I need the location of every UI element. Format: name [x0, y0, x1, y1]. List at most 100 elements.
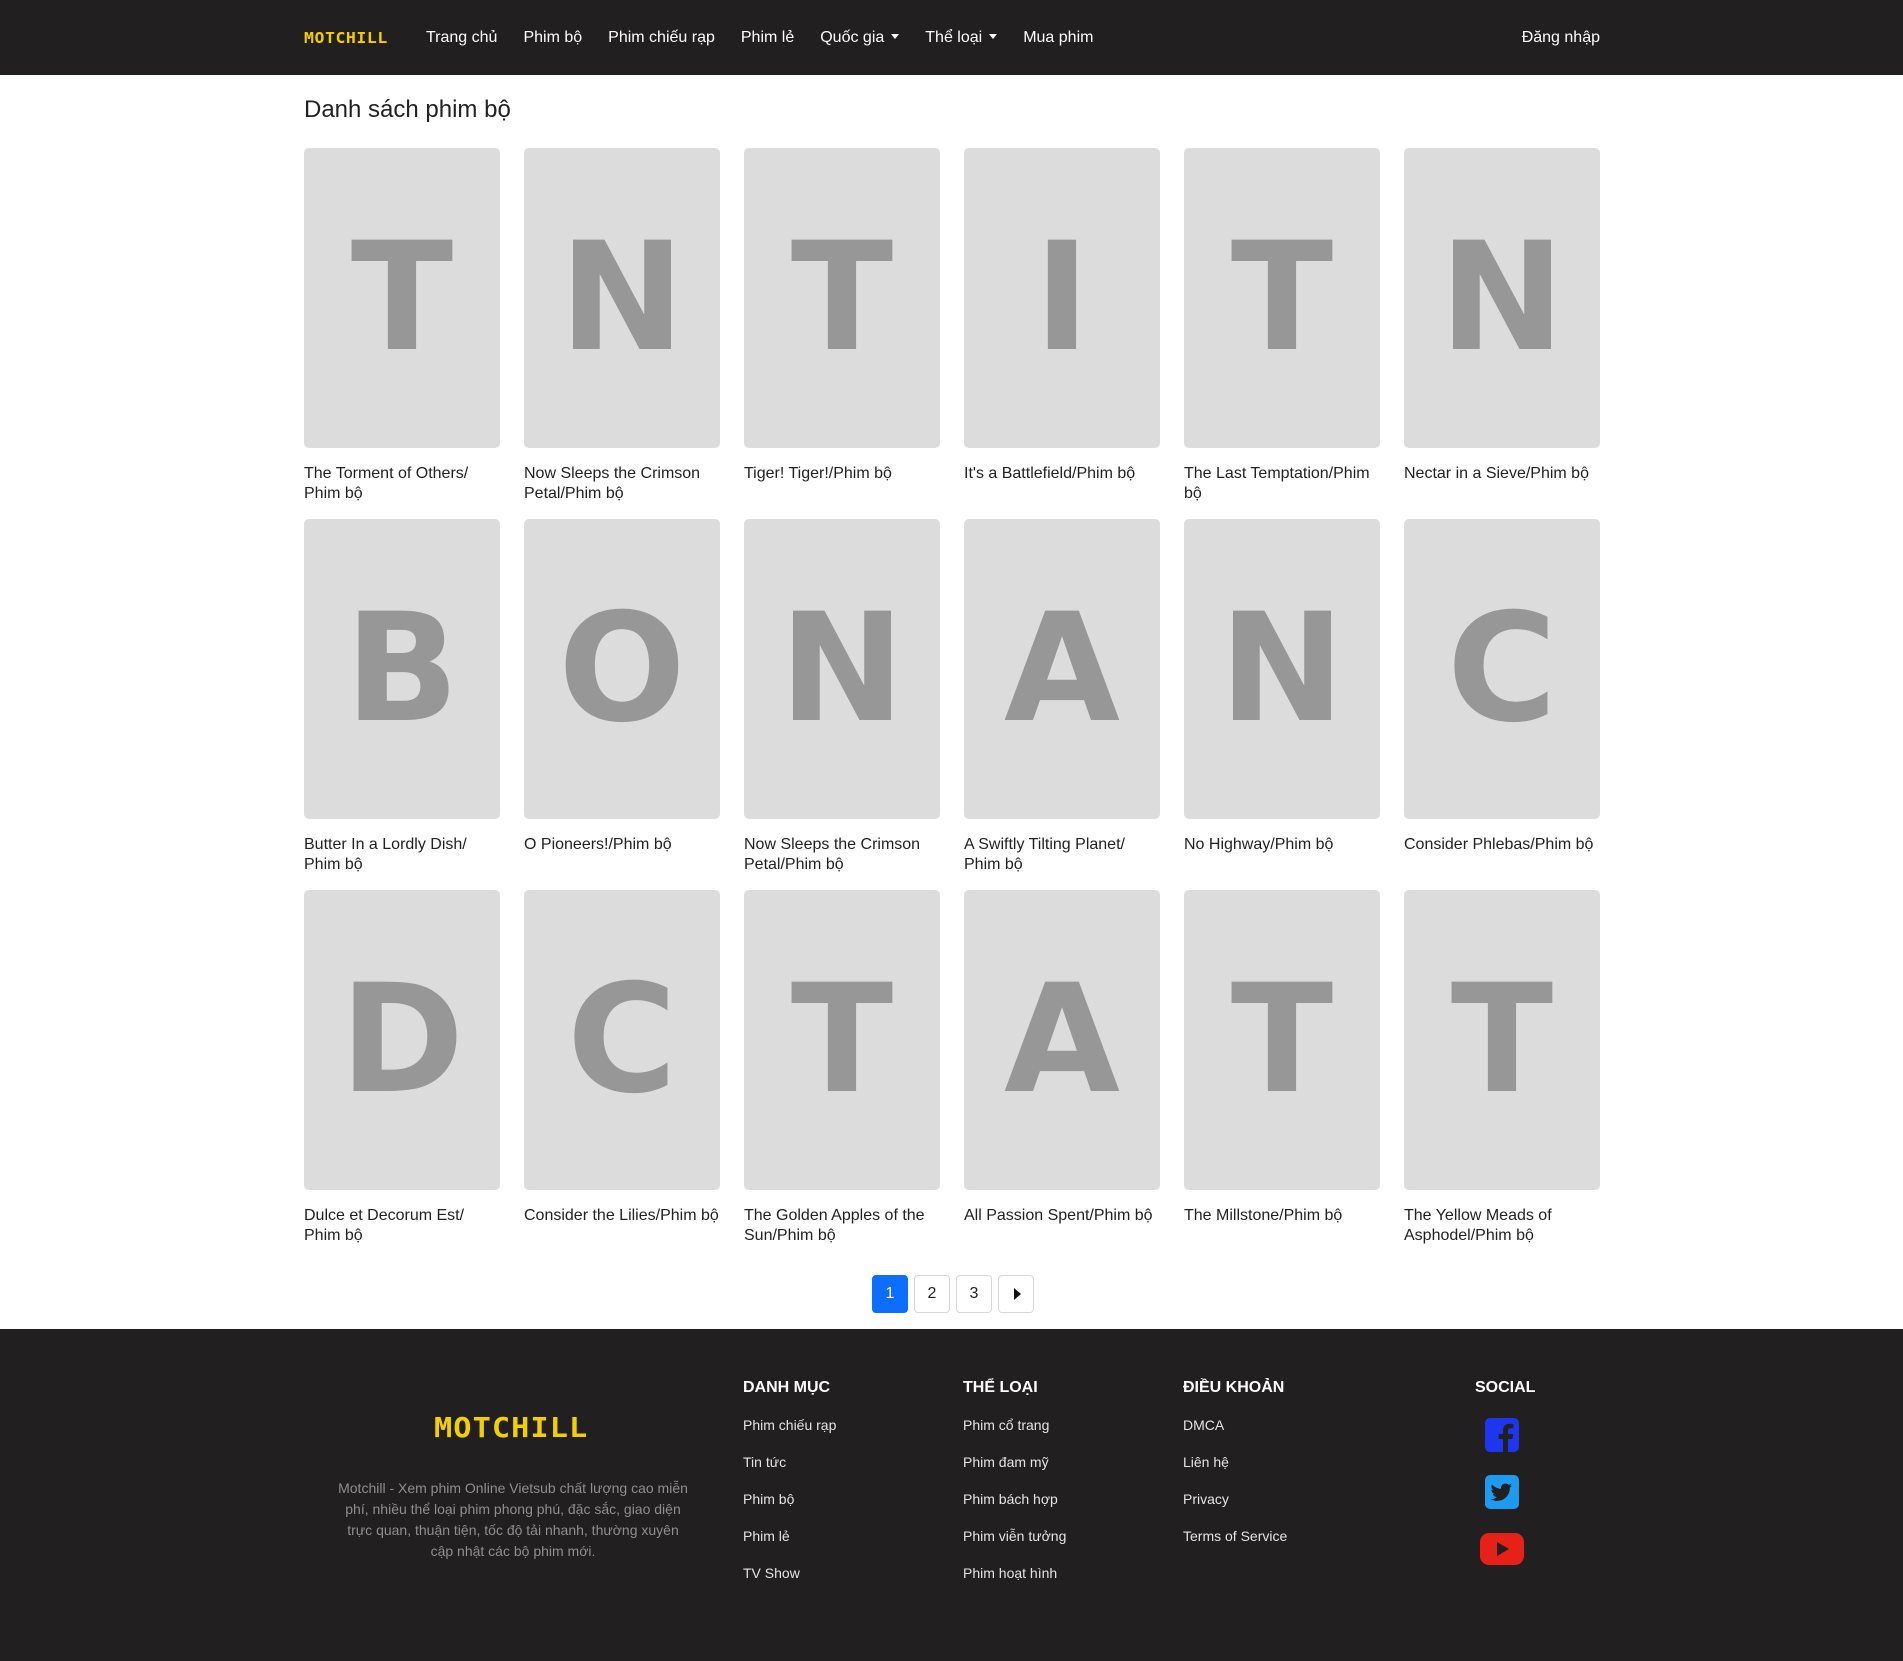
movie-title[interactable]: Dulce et Decorum Est/ Phim bộ	[304, 1206, 500, 1246]
movie-title[interactable]: Tiger! Tiger!/Phim bộ	[744, 464, 940, 484]
movie-card[interactable]: N Nectar in a Sieve/Phim bộ	[1404, 148, 1600, 484]
movie-card[interactable]: I It's a Battlefield/Phim bộ	[964, 148, 1160, 484]
movie-title[interactable]: Consider Phlebas/Phim bộ	[1404, 835, 1600, 855]
movie-poster[interactable]: T	[1404, 890, 1600, 1190]
nav-link-4[interactable]: Phim lẻ	[728, 29, 807, 47]
footer-link[interactable]: Terms of Service	[1183, 1527, 1287, 1564]
footer-link[interactable]: Tin tức	[743, 1453, 836, 1490]
movie-poster[interactable]: B	[304, 519, 500, 819]
nav-links: Trang chủ Phim bộ Phim chiếu rạp Phim lẻ Quố…	[413, 29, 1106, 47]
social-column: SOCIAL	[1475, 1379, 1535, 1565]
pagination: 123	[872, 1275, 1034, 1313]
movie-title[interactable]: Butter In a Lordly Dish/ Phim bộ	[304, 835, 500, 875]
movie-title[interactable]: No Highway/Phim bộ	[1184, 835, 1380, 855]
movie-card[interactable]: N Now Sleeps the Crimson Petal/Phim bộ	[744, 519, 940, 875]
movie-poster[interactable]: I	[964, 148, 1160, 448]
footer-link[interactable]: Phim bách hợp	[963, 1490, 1066, 1527]
movie-poster[interactable]: T	[1184, 890, 1380, 1190]
navbar-container: MOTCHILL Trang chủ Phim bộ Phim chiếu rạp P…	[304, 0, 1600, 75]
movie-card[interactable]: N Now Sleeps the Crimson Petal/Phim bộ	[524, 148, 720, 504]
movie-card[interactable]: O O Pioneers!/Phim bộ	[524, 519, 720, 855]
movie-title[interactable]: The Torment of Others/ Phim bộ	[304, 464, 500, 504]
poster-letter: N	[1219, 582, 1345, 756]
top-navbar: MOTCHILL Trang chủ Phim bộ Phim chiếu rạp P…	[0, 0, 1903, 75]
movie-title[interactable]: A Swiftly Tilting Planet/ Phim bộ	[964, 835, 1160, 875]
movie-poster[interactable]: N	[524, 148, 720, 448]
footer-link[interactable]: TV Show	[743, 1564, 836, 1601]
movie-card[interactable]: T The Last Temptation/Phim bộ	[1184, 148, 1380, 504]
poster-letter: D	[339, 953, 465, 1127]
nav-link-2[interactable]: Phim bộ	[510, 29, 595, 47]
movie-poster[interactable]: N	[1404, 148, 1600, 448]
movie-card[interactable]: T Tiger! Tiger!/Phim bộ	[744, 148, 940, 484]
poster-letter: I	[1034, 211, 1090, 385]
footer-link[interactable]: Phim đam mỹ	[963, 1453, 1066, 1490]
page-button[interactable]: 3	[956, 1275, 992, 1313]
twitter-icon[interactable]	[1483, 1473, 1521, 1511]
nav-link-7[interactable]: Mua phim	[1010, 29, 1106, 47]
movie-card[interactable]: D Dulce et Decorum Est/ Phim bộ	[304, 890, 500, 1246]
facebook-icon[interactable]	[1483, 1416, 1521, 1454]
movie-card[interactable]: T The Torment of Others/ Phim bộ	[304, 148, 500, 504]
movie-title[interactable]: All Passion Spent/Phim bộ	[964, 1206, 1160, 1226]
youtube-icon[interactable]	[1480, 1533, 1524, 1565]
movie-poster[interactable]: T	[744, 890, 940, 1190]
footer-link[interactable]: Privacy	[1183, 1490, 1287, 1527]
movie-title[interactable]: The Golden Apples of the Sun/Phim bộ	[744, 1206, 940, 1246]
nav-link-5[interactable]: Quốc gia	[807, 29, 912, 47]
movie-poster[interactable]: T	[1184, 148, 1380, 448]
movie-title[interactable]: The Millstone/Phim bộ	[1184, 1206, 1380, 1226]
movie-poster[interactable]: T	[744, 148, 940, 448]
movie-card[interactable]: B Butter In a Lordly Dish/ Phim bộ	[304, 519, 500, 875]
footer-column-heading: DANH MỤC	[743, 1379, 831, 1396]
poster-letter: A	[1003, 953, 1121, 1127]
movie-poster[interactable]: D	[304, 890, 500, 1190]
movie-poster[interactable]: A	[964, 890, 1160, 1190]
movie-title[interactable]: Now Sleeps the Crimson Petal/Phim bộ	[744, 835, 940, 875]
nav-link-label: Thể loại	[925, 28, 983, 46]
movie-card[interactable]: C Consider the Lilies/Phim bộ	[524, 890, 720, 1226]
site-logo[interactable]: MOTCHILL	[304, 29, 424, 47]
page-button[interactable]: 2	[914, 1275, 950, 1313]
footer-link[interactable]: DMCA	[1183, 1416, 1287, 1453]
movie-title[interactable]: Consider the Lilies/Phim bộ	[524, 1206, 720, 1226]
movie-title[interactable]: Now Sleeps the Crimson Petal/Phim bộ	[524, 464, 720, 504]
movie-title[interactable]: The Last Temptation/Phim bộ	[1184, 464, 1380, 504]
footer-link[interactable]: Phim bộ	[743, 1490, 836, 1527]
footer-link[interactable]: Liên hệ	[1183, 1453, 1287, 1490]
movie-card[interactable]: T The Millstone/Phim bộ	[1184, 890, 1380, 1226]
movie-title[interactable]: Nectar in a Sieve/Phim bộ	[1404, 464, 1600, 484]
movie-poster[interactable]: O	[524, 519, 720, 819]
footer-link[interactable]: Phim chiếu rạp	[743, 1416, 836, 1453]
movie-title[interactable]: It's a Battlefield/Phim bộ	[964, 464, 1160, 484]
movie-card[interactable]: A A Swiftly Tilting Planet/ Phim bộ	[964, 519, 1160, 875]
footer-column: THỂ LOẠI Phim cổ trang Phim đam mỹ Phim bác…	[963, 1379, 1066, 1601]
movie-card[interactable]: C Consider Phlebas/Phim bộ	[1404, 519, 1600, 855]
movie-poster[interactable]: A	[964, 519, 1160, 819]
movie-card[interactable]: T The Golden Apples of the Sun/Phim bộ	[744, 890, 940, 1246]
movie-poster[interactable]: T	[304, 148, 500, 448]
chevron-right-icon	[1013, 1288, 1021, 1300]
movie-card[interactable]: A All Passion Spent/Phim bộ	[964, 890, 1160, 1226]
footer-link[interactable]: Phim hoạt hình	[963, 1564, 1066, 1601]
footer-link[interactable]: Phim cổ trang	[963, 1416, 1066, 1453]
login-link[interactable]: Đăng nhập	[1522, 29, 1600, 47]
page-button[interactable]: 1	[872, 1275, 908, 1313]
footer-link[interactable]: Phim lẻ	[743, 1527, 836, 1564]
movie-title[interactable]: The Yellow Meads of Asphodel/Phim bộ	[1404, 1206, 1600, 1246]
movie-card[interactable]: N No Highway/Phim bộ	[1184, 519, 1380, 855]
footer-link[interactable]: Phim viễn tưởng	[963, 1527, 1066, 1564]
movie-poster[interactable]: C	[524, 890, 720, 1190]
movie-title[interactable]: O Pioneers!/Phim bộ	[524, 835, 720, 855]
nav-link-3[interactable]: Phim chiếu rạp	[595, 29, 728, 47]
movie-poster[interactable]: C	[1404, 519, 1600, 819]
movie-card[interactable]: T The Yellow Meads of Asphodel/Phim bộ	[1404, 890, 1600, 1246]
movie-poster[interactable]: N	[1184, 519, 1380, 819]
next-page-button[interactable]	[998, 1275, 1034, 1313]
caret-down-icon	[989, 33, 998, 39]
movie-poster[interactable]: N	[744, 519, 940, 819]
nav-link-6[interactable]: Thể loại	[912, 29, 1010, 47]
footer-logo[interactable]: MOTCHILL	[434, 1411, 588, 1444]
footer-column-heading: ĐIỀU KHOẢN	[1183, 1379, 1285, 1396]
nav-link-1[interactable]: Trang chủ	[413, 29, 510, 47]
